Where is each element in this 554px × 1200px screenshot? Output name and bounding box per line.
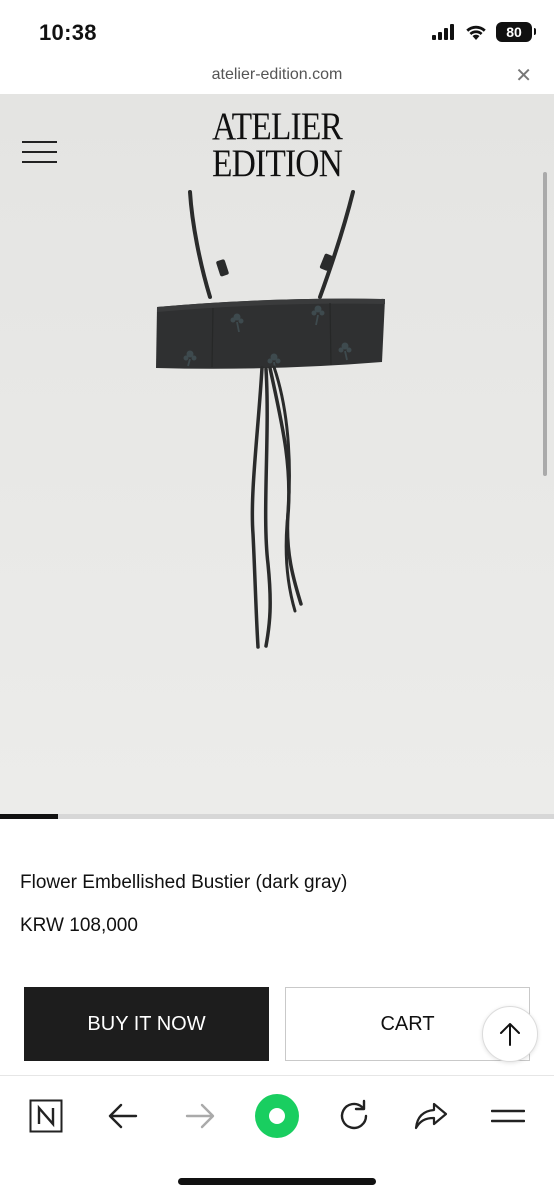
url-text[interactable]: atelier-edition.com [0,66,554,84]
brand-logo[interactable]: ATELIER EDITION [39,105,515,185]
status-time: 10:38 [39,20,97,45]
naver-button[interactable] [20,1090,72,1142]
logo-line-2: EDITION [212,142,343,185]
green-dot-button[interactable] [251,1090,303,1142]
gallery-progress-fill [0,814,59,819]
url-bar[interactable]: atelier-edition.com ✕ [0,62,554,94]
home-indicator [178,1178,376,1185]
wifi-icon [466,25,486,40]
naver-icon [29,1099,63,1133]
battery-icon: 80 [496,22,536,42]
product-image-gallery[interactable]: ATELIER EDITION [0,94,554,816]
battery-level: 80 [506,24,522,40]
back-button[interactable] [97,1090,149,1142]
product-name: Flower Embellished Bustier (dark gray) [20,872,348,893]
logo-line-1: ATELIER [212,105,343,148]
buy-it-now-button[interactable]: BUY IT NOW [24,987,269,1061]
back-arrow-icon [108,1103,138,1129]
share-button[interactable] [405,1090,457,1142]
product-price: KRW 108,000 [20,915,138,936]
page-scrollbar[interactable] [543,172,547,476]
status-icons: 80 [432,22,536,42]
forward-button[interactable] [174,1090,226,1142]
menu-icon [491,1109,525,1123]
forward-arrow-icon [185,1103,215,1129]
gallery-progress-bar [0,814,554,819]
browser-menu-button[interactable] [482,1090,534,1142]
green-dot-icon [255,1094,299,1138]
arrow-up-icon [500,1023,520,1046]
cellular-signal-icon [432,24,454,40]
close-icon[interactable]: ✕ [515,64,532,88]
product-image [156,190,385,649]
share-icon [414,1102,448,1130]
status-bar: 10:38 80 [0,0,554,62]
reload-icon [340,1099,368,1130]
scroll-to-top-button[interactable] [482,1006,538,1062]
reload-button[interactable] [328,1090,380,1142]
